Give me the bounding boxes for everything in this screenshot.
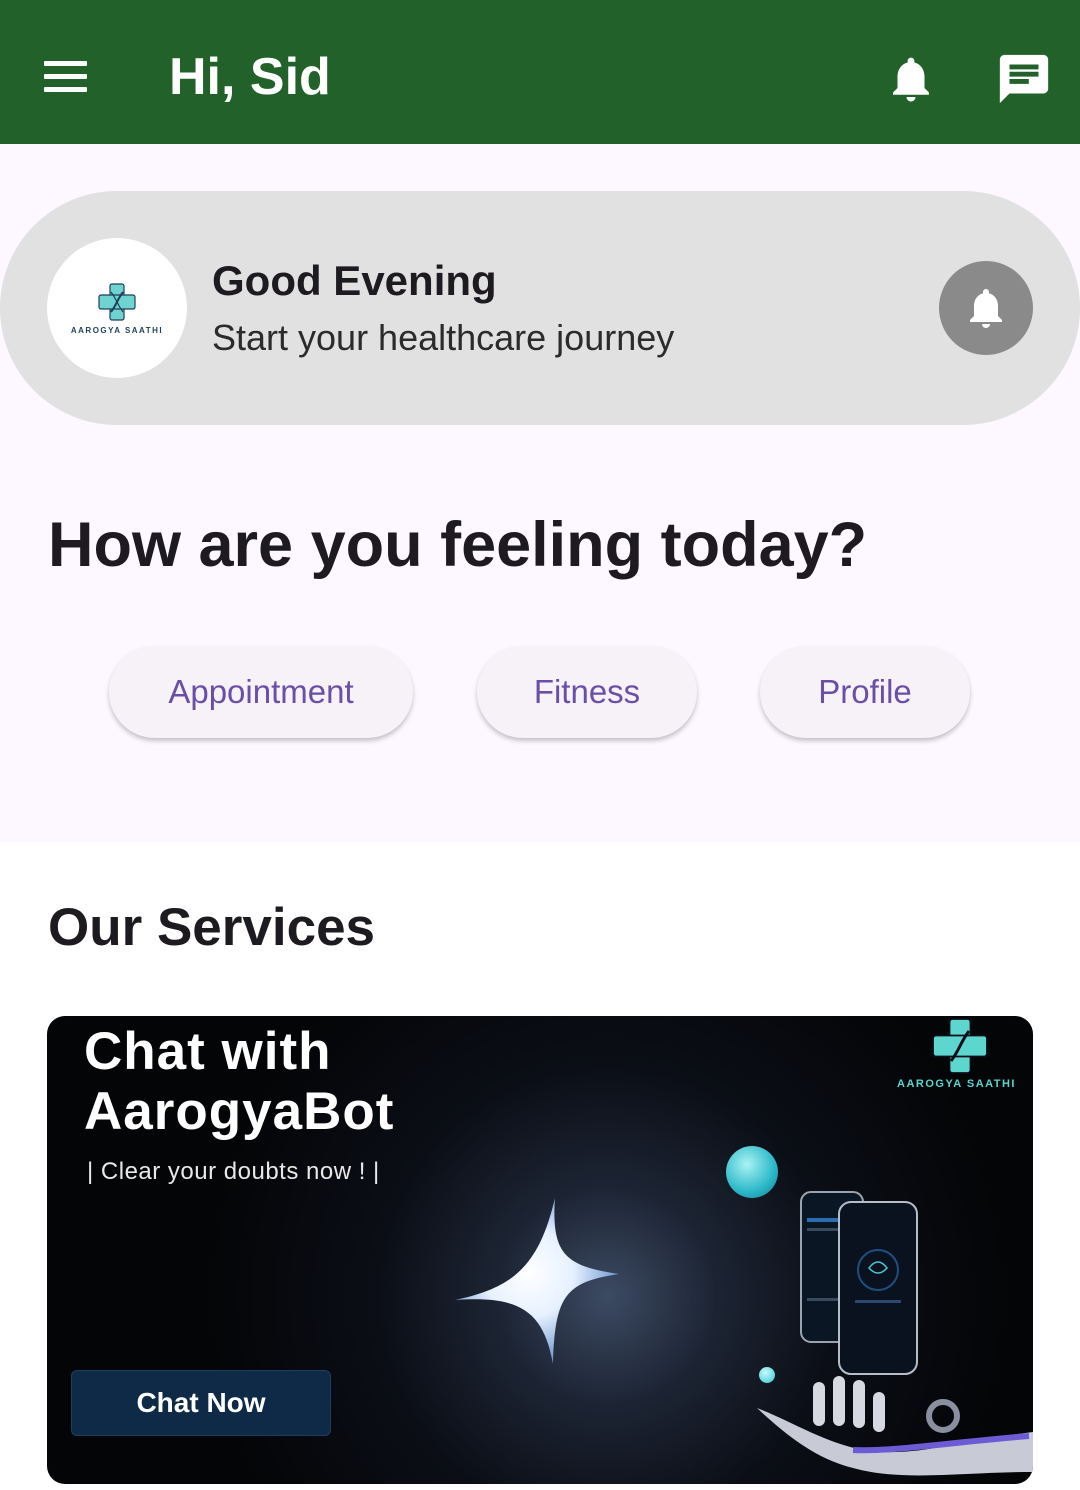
menu-icon-bar	[44, 74, 87, 79]
bell-icon	[970, 289, 1002, 328]
banner-title-line2: AarogyaBot	[84, 1082, 395, 1141]
services-heading: Our Services	[48, 898, 376, 957]
greeting-title: Good Evening	[212, 257, 497, 304]
avatar: AAROGYA SAATHI	[47, 238, 187, 378]
banner-logo-text: AAROGYA SAATHI	[897, 1078, 1016, 1090]
banner-title: Chat with AarogyaBot	[84, 1022, 394, 1142]
sparkle-icon	[455, 1198, 619, 1364]
robot-hand-icon	[757, 1376, 1033, 1476]
feeling-heading: How are you feeling today?	[48, 510, 868, 580]
menu-button[interactable]	[38, 52, 94, 100]
logo-text: AAROGYA SAATHI	[70, 325, 164, 335]
greeting-subtitle: Start your healthcare journey	[212, 317, 675, 358]
banner-title-line1: Chat with	[84, 1022, 332, 1081]
menu-icon-bar	[44, 87, 87, 92]
notifications-button[interactable]	[884, 50, 938, 108]
banner-subtitle: | Clear your doubts now ! |	[87, 1158, 380, 1185]
page-title: Hi, Sid	[169, 48, 331, 106]
aarogyabot-banner[interactable]: Chat with AarogyaBot | Clear your doubts…	[47, 1016, 1033, 1484]
reminder-button[interactable]	[939, 261, 1033, 355]
app-bar: Hi, Sid	[0, 0, 1080, 144]
phone-mockup-icon	[800, 1191, 918, 1375]
aarogya-saathi-logo-icon	[932, 1018, 988, 1074]
bell-icon	[893, 57, 929, 102]
messages-button[interactable]	[994, 50, 1054, 108]
chat-now-button[interactable]: Chat Now	[71, 1370, 331, 1436]
aarogya-saathi-logo-icon	[98, 282, 136, 321]
fitness-chip[interactable]: Fitness	[477, 646, 697, 738]
chat-icon	[999, 54, 1049, 104]
decorative-orb	[726, 1146, 778, 1198]
profile-chip[interactable]: Profile	[760, 646, 970, 738]
appointment-chip[interactable]: Appointment	[109, 646, 413, 738]
menu-icon-bar	[44, 61, 87, 66]
